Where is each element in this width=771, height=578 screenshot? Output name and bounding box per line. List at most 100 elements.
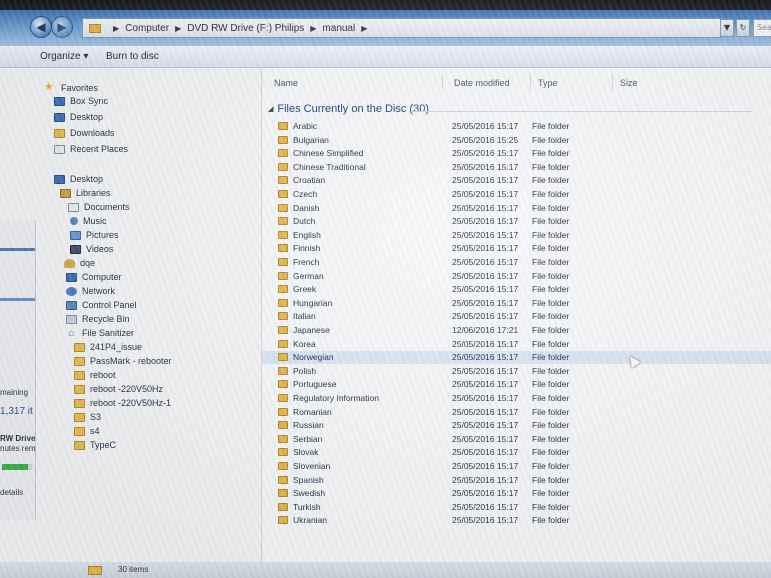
nav-label: S3 [90, 412, 102, 422]
nav-folder-reboot-220-1[interactable]: reboot -220V50Hz-1 [74, 398, 171, 408]
address-bar[interactable]: ▶ Computer ▶ DVD RW Drive (F:) Philips ▶… [82, 18, 722, 38]
file-name: Ukranian [293, 515, 328, 526]
file-row[interactable]: Slovak 25/05/2016 15:17 File folder [262, 446, 771, 459]
file-row[interactable]: Dutch 25/05/2016 15:17 File folder [262, 215, 771, 228]
file-row[interactable]: Regulatory Information 25/05/2016 15:17 Fi… [262, 392, 771, 405]
nav-folder-passmark[interactable]: PassMark - rebooter [74, 356, 172, 366]
file-row[interactable]: Polish 25/05/2016 15:17 File folder [262, 365, 771, 378]
column-divider[interactable] [530, 74, 531, 90]
file-row[interactable]: Czech 25/05/2016 15:17 File folder [262, 188, 771, 201]
breadcrumb-dvd-drive[interactable]: DVD RW Drive (F:) Philips [187, 23, 304, 34]
nav-videos[interactable]: Videos [70, 244, 113, 254]
file-date: 25/05/2016 15:17 [452, 229, 519, 240]
nav-folder-s4[interactable]: s4 [74, 426, 100, 436]
background-window-bar [0, 298, 35, 301]
column-header-size[interactable]: Size [620, 78, 638, 88]
nav-downloads[interactable]: Downloads [54, 128, 115, 138]
column-header-type[interactable]: Type [538, 78, 558, 88]
refresh-button[interactable]: ↻ [736, 19, 750, 37]
nav-documents[interactable]: Documents [68, 202, 130, 212]
group-header[interactable]: ◢ Files Currently on the Disc (30) [268, 103, 429, 115]
file-row[interactable]: Italian 25/05/2016 15:17 File folder [262, 310, 771, 323]
file-row[interactable]: Serbian 25/05/2016 15:17 File folder [262, 433, 771, 446]
file-name-cell: Portuguese [278, 379, 336, 389]
details-link[interactable]: details [0, 488, 23, 497]
file-row[interactable]: Bulgarian 25/05/2016 15:25 File folder [262, 134, 771, 147]
nav-label: Recent Places [70, 144, 129, 154]
file-date: 25/05/2016 15:17 [452, 515, 519, 526]
file-date: 25/05/2016 15:17 [452, 311, 519, 322]
nav-file-sanitizer[interactable]: ⌂ File Sanitizer [66, 328, 134, 338]
folder-icon [74, 370, 85, 380]
chevron-right-icon: ▶ [175, 23, 182, 33]
nav-folder-241p4-issue[interactable]: 241P4_issue [74, 342, 142, 352]
file-row[interactable]: Finnish 25/05/2016 15:17 File folder [262, 242, 771, 255]
nav-pictures[interactable]: Pictures [70, 230, 119, 240]
file-row[interactable]: Chinese Traditional 25/05/2016 15:17 File … [262, 161, 771, 174]
nav-folder-reboot[interactable]: reboot [74, 370, 116, 380]
file-row[interactable]: Turkish 25/05/2016 15:17 File folder [262, 501, 771, 514]
file-row[interactable]: Croatian 25/05/2016 15:17 File folder [262, 174, 771, 187]
file-name-cell: Czech [278, 189, 317, 199]
file-row[interactable]: English 25/05/2016 15:17 File folder [262, 229, 771, 242]
nav-network[interactable]: Network [66, 286, 115, 296]
nav-folder-s3[interactable]: S3 [74, 412, 101, 422]
nav-label: Documents [84, 202, 130, 212]
nav-desktop-favorite[interactable]: Desktop [54, 112, 103, 122]
nav-libraries[interactable]: Libraries [60, 188, 111, 198]
file-row[interactable]: Ukranian 25/05/2016 15:17 File folder [262, 514, 771, 527]
nav-control-panel[interactable]: Control Panel [66, 300, 137, 310]
column-divider[interactable] [612, 74, 613, 90]
file-row[interactable]: Greek 25/05/2016 15:17 File folder [262, 283, 771, 296]
file-row[interactable]: Norwegian 25/05/2016 15:17 File folder [262, 351, 771, 365]
folder-icon [278, 421, 288, 430]
file-name-cell: Romanian [278, 407, 332, 417]
column-header-date[interactable]: Date modified [454, 78, 510, 88]
folder-icon [278, 394, 288, 402]
file-row[interactable]: Swedish 25/05/2016 15:17 File folder [262, 487, 771, 500]
breadcrumb-manual[interactable]: manual [322, 23, 355, 34]
file-name-cell: Chinese Traditional [278, 162, 366, 172]
nav-folder-typec[interactable]: TypeC [74, 440, 116, 450]
column-divider[interactable] [442, 74, 443, 90]
folder-icon [278, 190, 288, 198]
back-button[interactable]: ◀ [30, 16, 52, 38]
folder-icon [278, 502, 288, 511]
search-input[interactable]: Sea [753, 19, 771, 37]
file-name: Bulgarian [293, 134, 329, 145]
file-row[interactable]: Hungarian 25/05/2016 15:17 File folder [262, 297, 771, 310]
nav-desktop[interactable]: Desktop [54, 174, 103, 184]
file-row[interactable]: Slovenian 25/05/2016 15:17 File folder [262, 460, 771, 473]
nav-computer[interactable]: Computer [66, 272, 122, 282]
nav-box-sync[interactable]: Box Sync [54, 96, 108, 106]
nav-label: Control Panel [82, 300, 137, 310]
file-row[interactable]: Chinese Simplified 25/05/2016 15:17 File f… [262, 147, 771, 160]
file-type: File folder [532, 515, 570, 526]
breadcrumb-computer[interactable]: Computer [125, 23, 169, 34]
file-name: Greek [293, 284, 317, 295]
forward-button[interactable]: ▶ [51, 16, 73, 38]
nav-favorites[interactable]: ★ Favorites [44, 82, 98, 94]
file-row[interactable]: French 25/05/2016 15:17 File folder [262, 256, 771, 269]
file-name-cell: Turkish [278, 502, 321, 512]
file-row[interactable]: Japanese 12/06/2016 17:21 File folder [262, 324, 771, 337]
nav-recycle-bin[interactable]: Recycle Bin [66, 314, 130, 324]
file-row[interactable]: Arabic 25/05/2016 15:17 File folder [262, 120, 771, 133]
file-row[interactable]: Danish 25/05/2016 15:17 File folder [262, 202, 771, 215]
organize-button[interactable]: Organize ▾ [40, 51, 88, 62]
file-row[interactable]: Spanish 25/05/2016 15:17 File folder [262, 474, 771, 487]
nav-music[interactable]: Music [70, 216, 107, 226]
column-header-name[interactable]: Name [274, 78, 298, 88]
file-row[interactable]: Russian 25/05/2016 15:17 File folder [262, 419, 771, 432]
file-row[interactable]: Portuguese 25/05/2016 15:17 File folder [262, 378, 771, 391]
nav-folder-reboot-220[interactable]: reboot -220V50Hz [74, 384, 163, 394]
address-dropdown-button[interactable]: ▼ [720, 19, 734, 37]
file-row[interactable]: German 25/05/2016 15:17 File folder [262, 270, 771, 283]
nav-recent-places[interactable]: Recent Places [54, 144, 128, 154]
file-row[interactable]: Romanian 25/05/2016 15:17 File folder [262, 406, 771, 419]
burn-to-disc-button[interactable]: Burn to disc [106, 51, 159, 62]
title-bar: ◀ ▶ ▶ Computer ▶ DVD RW Drive (F:) Phili… [0, 10, 771, 46]
nav-user[interactable]: dqe [64, 258, 95, 268]
folder-icon [278, 489, 288, 498]
file-row[interactable]: Korea 25/05/2016 15:17 File folder [262, 338, 771, 351]
